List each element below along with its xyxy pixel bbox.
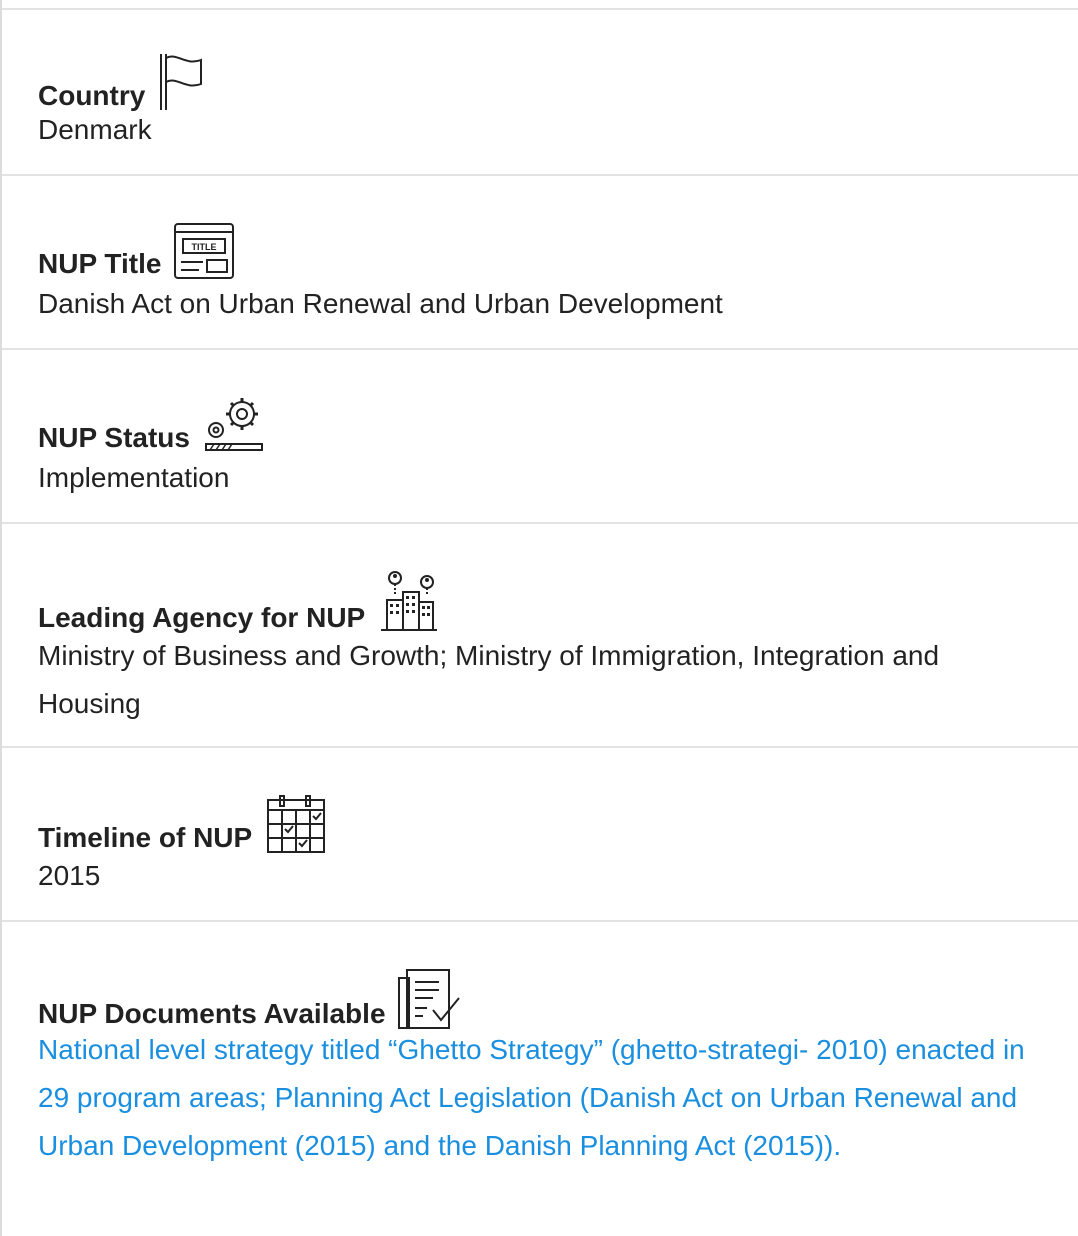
flag-icon: [157, 52, 205, 112]
timeline-section: Timeline of NUP 2015: [2, 746, 1078, 920]
leading-agency-value: Ministry of Business and Growth; Ministr…: [38, 640, 940, 719]
country-section: Country Denmark: [2, 8, 1078, 174]
country-value: Denmark: [38, 114, 152, 145]
documents-section: NUP Documents Available National level s…: [2, 920, 1078, 1236]
nup-status-value: Implementation: [38, 462, 230, 493]
title-window-icon: TITLE: [173, 222, 235, 280]
calendar-icon: [264, 794, 328, 854]
timeline-value: 2015: [38, 860, 101, 891]
city-agency-icon: [377, 570, 441, 634]
nup-status-label: NUP Status: [38, 422, 190, 453]
document-check-icon: [397, 968, 463, 1030]
nup-title-heading: NUP Title TITLE: [38, 222, 235, 280]
nup-details-panel: Country Denmark NUP Title TITLE Danish A…: [0, 0, 1078, 1236]
nup-title-section: NUP Title TITLE Danish Act on Urban Rene…: [2, 174, 1078, 348]
leading-agency-label: Leading Agency for NUP: [38, 602, 366, 633]
nup-title-label: NUP Title: [38, 248, 162, 279]
nup-status-section: NUP Status Implementation: [2, 348, 1078, 522]
documents-heading: NUP Documents Available: [38, 968, 463, 1030]
timeline-heading: Timeline of NUP: [38, 794, 328, 854]
timeline-label: Timeline of NUP: [38, 822, 253, 853]
leading-agency-section: Leading Agency for NUP Ministry of Busin…: [2, 522, 1078, 746]
nup-status-heading: NUP Status: [38, 396, 266, 454]
svg-text:TITLE: TITLE: [192, 242, 217, 252]
leading-agency-heading: Leading Agency for NUP: [38, 570, 441, 634]
documents-link[interactable]: National level strategy titled “Ghetto S…: [38, 1026, 1038, 1170]
nup-title-value: Danish Act on Urban Renewal and Urban De…: [38, 288, 723, 319]
gears-progress-icon: [202, 396, 266, 454]
country-heading: Country: [38, 52, 205, 112]
